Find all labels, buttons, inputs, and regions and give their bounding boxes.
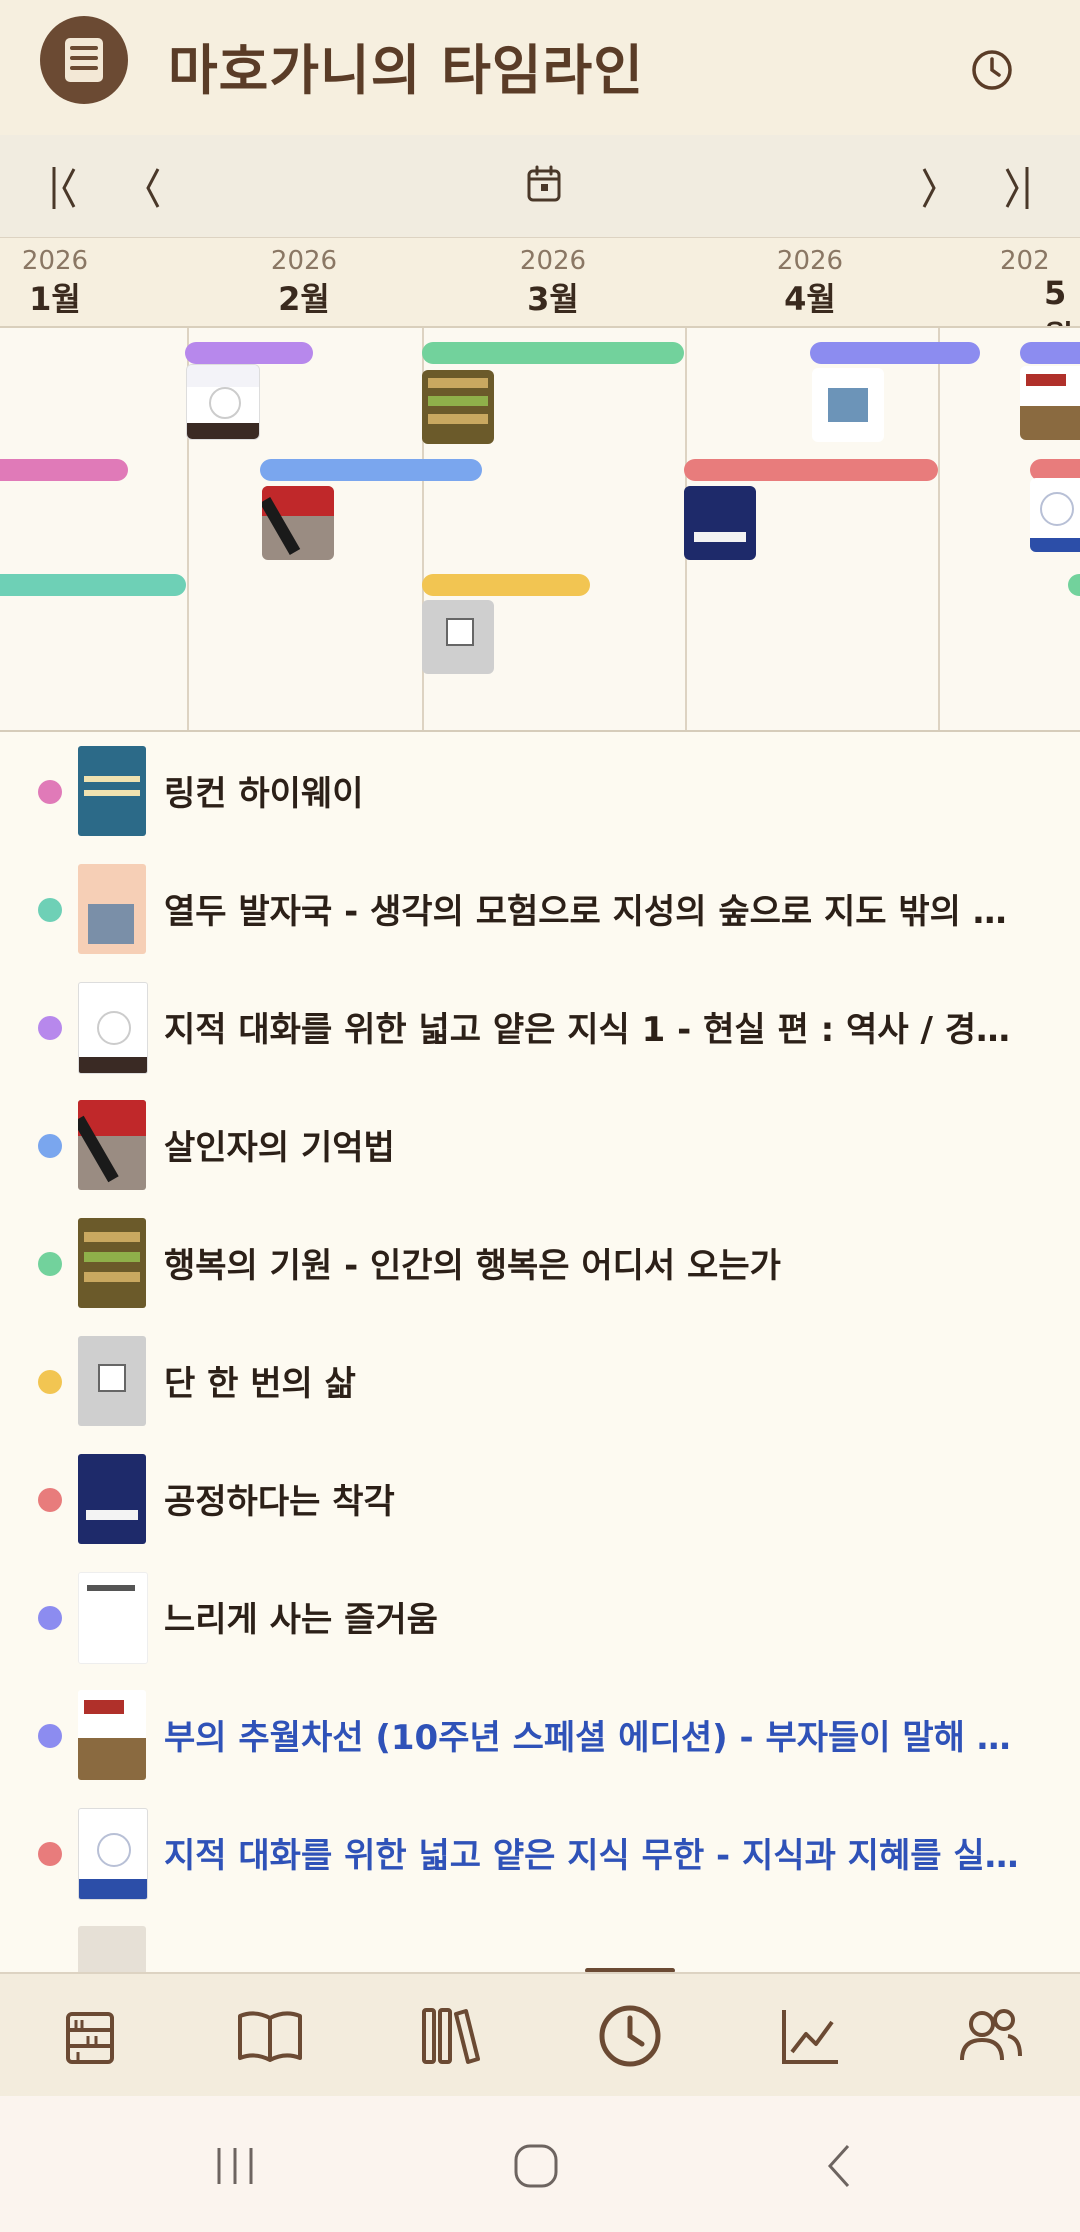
bookshelf-icon[interactable] xyxy=(50,1996,130,2076)
month-label: 2025월 xyxy=(1000,246,1073,326)
bottom-tab-bar xyxy=(0,1972,1080,2098)
list-item[interactable]: 열두 발자국 - 생각의 모험으로 지성의 숲으로 지도 밖의 … xyxy=(0,850,1080,968)
series-color-dot xyxy=(38,1488,62,1512)
book-thumbnail[interactable] xyxy=(422,370,494,444)
people-icon[interactable] xyxy=(950,1996,1030,2076)
timeline-bar[interactable] xyxy=(810,342,980,364)
back-icon[interactable] xyxy=(810,2136,870,2196)
series-color-dot xyxy=(38,780,62,804)
series-color-dot xyxy=(38,1606,62,1630)
list-item[interactable]: 지적 대화를 위한 넓고 얕은 지식 1 - 현실 편 : 역사 / 경… xyxy=(0,968,1080,1086)
books-icon[interactable] xyxy=(410,1996,490,2076)
timeline-bar[interactable] xyxy=(684,459,938,481)
list-item[interactable]: 단 한 번의 삶 xyxy=(0,1322,1080,1440)
chevron-right-icon[interactable] xyxy=(900,157,960,217)
calendar-icon[interactable] xyxy=(526,165,562,203)
list-item[interactable]: 링컨 하이웨이 xyxy=(0,732,1080,850)
book-cover xyxy=(78,746,146,836)
book-thumbnail[interactable] xyxy=(262,486,334,560)
list-item[interactable]: 행복의 기원 - 인간의 행복은 어디서 오는가 xyxy=(0,1204,1080,1322)
book-cover xyxy=(78,1808,148,1900)
timeline-bar[interactable] xyxy=(0,574,186,596)
timeline-bar[interactable] xyxy=(422,342,684,364)
chart-icon[interactable] xyxy=(770,1996,850,2076)
book-title: 열두 발자국 - 생각의 모험으로 지성의 숲으로 지도 밖의 … xyxy=(164,892,1007,932)
book-title-link[interactable]: 부의 추월차선 (10주년 스페셜 에디션) - 부자들이 말해 … xyxy=(164,1710,1044,1759)
book-title: 살인자의 기억법 xyxy=(164,1128,395,1168)
book-cover xyxy=(78,1454,146,1544)
book-thumbnail[interactable] xyxy=(1020,366,1080,440)
month-label: 2026 3월 xyxy=(519,246,587,318)
book-title: 느리게 사는 즐거움 xyxy=(164,1600,438,1640)
book-thumbnail[interactable] xyxy=(684,486,756,560)
book-title: 공정하다는 착각 xyxy=(164,1482,395,1522)
series-color-dot xyxy=(38,1370,62,1394)
recents-icon[interactable] xyxy=(205,2136,265,2196)
home-icon[interactable] xyxy=(506,2136,566,2196)
series-color-dot xyxy=(38,1134,62,1158)
reading-timeline[interactable] xyxy=(0,328,1080,732)
timeline-bar[interactable] xyxy=(185,342,313,364)
list-item[interactable]: 부의 추월차선 (10주년 스페셜 에디션) - 부자들이 말해 … xyxy=(0,1676,1080,1794)
series-color-dot xyxy=(38,1016,62,1040)
timeline-bar[interactable] xyxy=(422,574,590,596)
book-cover xyxy=(78,982,148,1074)
timeline-bar[interactable] xyxy=(1068,574,1080,596)
timeline-bar[interactable] xyxy=(1020,342,1080,364)
book-title: 행복의 기원 - 인간의 행복은 어디서 오는가 xyxy=(164,1246,781,1286)
series-color-dot xyxy=(38,1252,62,1276)
book-cover xyxy=(78,1336,146,1426)
bookshelf-logo-icon[interactable] xyxy=(40,16,128,104)
book-title-link[interactable]: 지적 대화를 위한 넓고 얕은 지식 무한 - 지식과 지혜를 실… xyxy=(164,1828,1044,1877)
book-thumbnail[interactable] xyxy=(812,368,884,442)
book-cover xyxy=(78,1926,146,1972)
clock-icon[interactable] xyxy=(970,48,1014,92)
clock-icon[interactable] xyxy=(590,1996,670,2076)
list-item[interactable] xyxy=(0,1912,1080,1972)
timeline-bar[interactable] xyxy=(260,459,482,481)
page-title: 마호가니의 타임라인 xyxy=(168,39,644,102)
book-cover xyxy=(78,864,146,954)
month-header: 20261월 20262월 20263월 20264월 2025월 xyxy=(0,238,1080,328)
system-navigation-bar xyxy=(0,2096,1080,2232)
app-header: 마호가니의 타임라인 xyxy=(0,0,1080,135)
month-label: 2026 2월 xyxy=(270,246,338,318)
book-title: 링컨 하이웨이 xyxy=(164,774,364,814)
book-thumbnail[interactable] xyxy=(186,364,260,440)
book-thumbnail[interactable] xyxy=(1030,478,1080,552)
book-list: 링컨 하이웨이 열두 발자국 - 생각의 모험으로 지성의 숲으로 지도 밖의 … xyxy=(0,732,1080,1972)
timeline-bar[interactable] xyxy=(0,459,128,481)
chevron-left-icon[interactable] xyxy=(122,157,182,217)
series-color-dot xyxy=(38,1842,62,1866)
list-item[interactable]: 살인자의 기억법 xyxy=(0,1086,1080,1204)
list-item[interactable]: 공정하다는 착각 xyxy=(0,1440,1080,1558)
book-title: 지적 대화를 위한 넓고 얕은 지식 1 - 현실 편 : 역사 / 경… xyxy=(164,1010,1010,1050)
book-cover xyxy=(78,1690,146,1780)
skip-last-icon[interactable] xyxy=(985,157,1045,217)
book-thumbnail[interactable] xyxy=(422,600,494,674)
month-label: 2026 1월 xyxy=(21,246,89,318)
month-label: 2026 4월 xyxy=(776,246,844,318)
list-item[interactable]: 지적 대화를 위한 넓고 얕은 지식 무한 - 지식과 지혜를 실… xyxy=(0,1794,1080,1912)
book-cover xyxy=(78,1218,146,1308)
series-color-dot xyxy=(38,1724,62,1748)
open-book-icon[interactable] xyxy=(230,1996,310,2076)
book-title: 단 한 번의 삶 xyxy=(164,1364,356,1404)
book-cover xyxy=(78,1572,148,1664)
series-color-dot xyxy=(38,898,62,922)
list-item[interactable]: 느리게 사는 즐거움 xyxy=(0,1558,1080,1676)
book-cover xyxy=(78,1100,146,1190)
skip-first-icon[interactable] xyxy=(36,157,96,217)
